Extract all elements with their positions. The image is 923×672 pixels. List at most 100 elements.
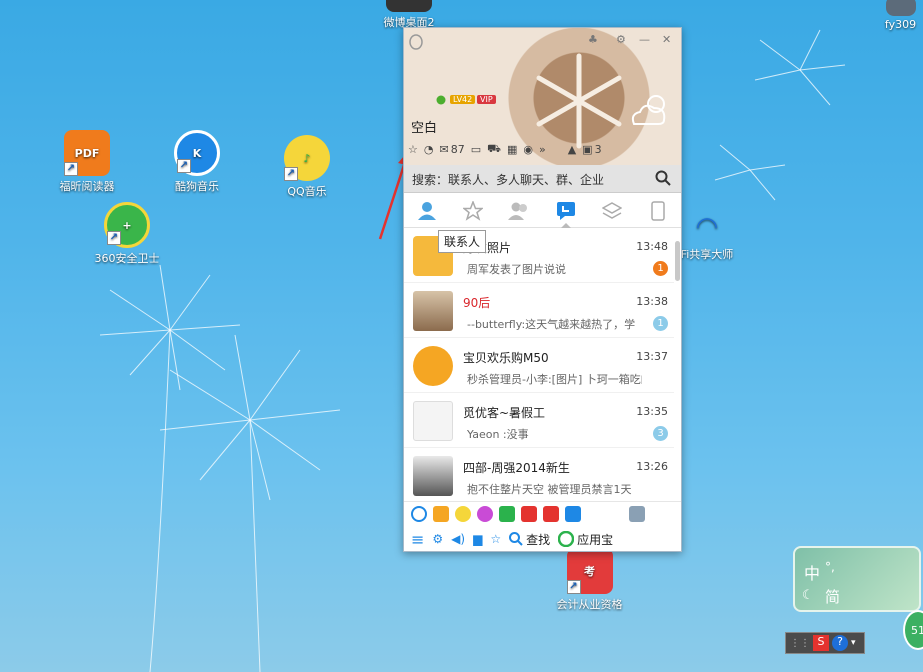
settings-icon[interactable]: ⚙: [616, 33, 626, 46]
qq-header-skin: ♣ ⚙ — ✕ LV42 VIP 空白 ☆ ◔ ✉ 87 ▭ ⛟ ▦ ◉ » ▲ …: [404, 28, 681, 165]
ime-status-bar[interactable]: 中 °, ☾ 简: [793, 546, 921, 612]
more-chevron-icon[interactable]: »: [539, 143, 546, 156]
qq-penguin-icon: [409, 34, 423, 50]
computer-icon: [885, 0, 916, 16]
minimize-icon[interactable]: —: [639, 33, 650, 46]
weibo-icon: [386, 0, 432, 12]
shortcut-arrow-icon: ↗: [107, 231, 121, 245]
mail-button[interactable]: ✉ 87: [439, 143, 464, 156]
desktop-icon-wifi-partial[interactable]: ◠ Fi共享大师: [672, 210, 742, 262]
main-menu-bar: ≡ ⚙ ◀) ▆ ☆ 查找 应用宝: [404, 527, 681, 551]
file-manager-icon[interactable]: ▆: [473, 532, 482, 546]
nickname[interactable]: 空白: [411, 117, 437, 136]
online-status-icon[interactable]: [436, 95, 446, 105]
level-badge[interactable]: LV42: [450, 95, 476, 104]
desktop-icon-label: 会计从业资格: [556, 598, 623, 611]
more-count: 3: [594, 142, 602, 156]
calendar-icon[interactable]: ▦: [507, 143, 517, 156]
qq-music-app-icon[interactable]: [455, 505, 471, 522]
video-icon[interactable]: [499, 505, 515, 522]
conversation-preview: 周军发表了图片说说: [467, 263, 566, 276]
kaoshi-icon: 考 ↗: [566, 548, 613, 594]
conversation-row[interactable]: 90后 13:38 --butterfly:这天气越来越热了，学 1: [404, 283, 674, 338]
unread-badge: 1: [653, 261, 668, 276]
shortcut-arrow-icon: ↗: [284, 167, 298, 181]
help-icon[interactable]: ?: [832, 635, 848, 651]
tab-favorites[interactable]: [450, 194, 496, 227]
ime-mode[interactable]: 简: [825, 586, 840, 607]
desktop-icon-label: Fi共享大师: [680, 248, 734, 261]
desktop-icon-fy309-partial[interactable]: fy309: [878, 0, 923, 31]
tab-phone[interactable]: [635, 194, 681, 227]
tab-contacts[interactable]: [404, 194, 450, 227]
groups-icon: [508, 202, 528, 220]
app-shortcut-bar: [404, 501, 681, 525]
search-input[interactable]: 搜索：联系人、多人聊天、群、企业: [404, 165, 681, 193]
ime-language[interactable]: 中: [804, 560, 820, 584]
ime-moon-icon[interactable]: ☾: [802, 588, 814, 603]
desktop-icon-kaoshi[interactable]: 考 ↗ 会计从业资格: [542, 548, 637, 612]
tray-dropdown-icon[interactable]: ▾: [851, 638, 856, 648]
close-icon[interactable]: ✕: [662, 33, 671, 46]
grip-icon: ⋮⋮: [790, 637, 810, 649]
tab-apps[interactable]: [589, 194, 635, 227]
search-placeholder: 搜索：联系人、多人聊天、群、企业: [412, 173, 605, 187]
sogou-icon[interactable]: S: [813, 635, 829, 651]
qq-browser-icon[interactable]: [411, 505, 427, 522]
shield-icon[interactable]: [565, 505, 581, 522]
favorite-apps-icon[interactable]: ☆: [490, 532, 501, 546]
shortcut-arrow-icon: ↗: [566, 580, 581, 594]
main-menu-icon[interactable]: ≡: [411, 530, 424, 549]
search-icon[interactable]: [655, 170, 671, 186]
conversation-preview: 抱不住整片天空 被管理员禁言1天: [467, 483, 632, 496]
app-store-button[interactable]: 应用宝: [558, 531, 613, 548]
more-button[interactable]: ▣ 3: [582, 143, 601, 156]
ime-tray: ⋮⋮ S ? ▾: [785, 632, 865, 654]
zone-icon[interactable]: ◔: [424, 143, 434, 156]
desktop-icon-360[interactable]: + ↗ 360安全卫士: [82, 202, 172, 266]
conversation-name: 四部-周强2014新生: [463, 461, 570, 475]
desktop-icon-qq-music[interactable]: ♪ ↗ QQ音乐: [262, 135, 352, 199]
conversation-row[interactable]: 觅优客~暑假工 13:35 Yaeon :没事 3: [404, 393, 674, 448]
list-scrollbar[interactable]: [675, 241, 680, 281]
qq-main-panel: ♣ ⚙ — ✕ LV42 VIP 空白 ☆ ◔ ✉ 87 ▭ ⛟ ▦ ◉ » ▲ …: [403, 27, 682, 552]
recent-chats-icon: [556, 201, 575, 220]
jd-icon[interactable]: [543, 505, 559, 522]
stock-icon[interactable]: [521, 505, 537, 522]
app-icon[interactable]: ▭: [471, 143, 481, 156]
favorites-icon: [463, 200, 484, 221]
conversation-name: 觅优客~暑假工: [463, 406, 546, 420]
contacts-icon: [418, 201, 437, 220]
conversation-preview: --butterfly:这天气越来越热了，学: [467, 318, 636, 331]
system-settings-icon[interactable]: ⚙: [432, 532, 443, 546]
star-icon[interactable]: ☆: [408, 143, 418, 156]
conversation-list: 好友照片 13:48 周军发表了图片说说 1 90后 13:38 --butte…: [404, 228, 674, 500]
vip-badge[interactable]: VIP: [477, 95, 496, 104]
desktop-icon-weibo-partial[interactable]: 微博桌面2: [364, 0, 454, 30]
mail-icon: ✉: [439, 142, 449, 156]
qq-music-icon: ♪ ↗: [284, 135, 330, 181]
volume-icon[interactable]: ◀): [451, 532, 465, 546]
shortcut-arrow-icon: ↗: [177, 159, 191, 173]
tab-groups[interactable]: [496, 194, 542, 227]
conversation-preview: 秒杀管理员-小李:[图片] 卜珂一箱吃的: [467, 373, 642, 386]
desktop-icon-label: fy309: [884, 18, 917, 31]
skin-icon[interactable]: ♣: [588, 33, 598, 46]
app-store-label: 应用宝: [577, 532, 614, 547]
tab-recent-chats[interactable]: [543, 194, 589, 228]
flower-icon[interactable]: [477, 505, 493, 522]
find-button[interactable]: 查找: [509, 531, 550, 548]
ime-punct-icon[interactable]: °,: [825, 560, 835, 574]
weather-cloudy-icon[interactable]: [626, 90, 674, 130]
wardrobe-icon[interactable]: ▲: [568, 143, 576, 156]
conversation-row[interactable]: 宝贝欢乐购M50 13:37 秒杀管理员-小李:[图片] 卜珂一箱吃的: [404, 338, 674, 393]
all-apps-grid-icon[interactable]: [629, 505, 645, 522]
conversation-time: 13:35: [636, 405, 668, 418]
360-safe-icon: + ↗: [104, 202, 150, 248]
shop-icon[interactable]: ⛟: [487, 142, 501, 157]
desktop-icon-kugou[interactable]: K ↗ 酷狗音乐: [152, 130, 242, 194]
desktop-icon-foxit[interactable]: PDF ↗ 福昕阅读器: [42, 130, 132, 194]
qq-game-icon[interactable]: [433, 505, 449, 522]
conversation-row[interactable]: 四部-周强2014新生 13:26 抱不住整片天空 被管理员禁言1天: [404, 448, 674, 500]
gift-icon[interactable]: ◉: [523, 143, 533, 156]
